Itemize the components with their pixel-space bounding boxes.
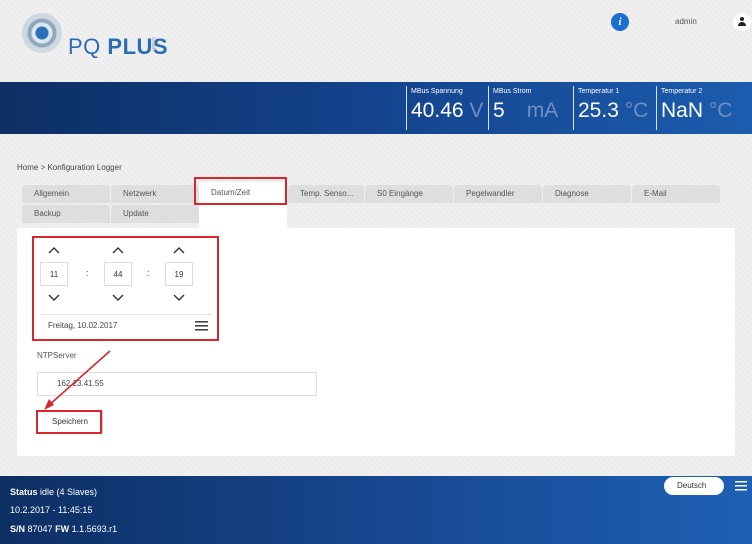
annotation-arrow-icon [44, 350, 111, 410]
logo-icon [22, 13, 62, 53]
status-key: Status [10, 487, 38, 497]
tab-netzwerk[interactable]: Netzwerk [111, 185, 199, 203]
save-highlight-box [36, 410, 102, 434]
meter-unit: mA [526, 99, 559, 122]
tab-highlight-box [194, 177, 287, 205]
meter-label: MBus Spannung [411, 88, 463, 95]
menu-icon[interactable] [735, 481, 747, 491]
meter-mbus-voltage: MBus Spannung 40.46 V [406, 86, 485, 130]
sn-key: S/N [10, 524, 26, 534]
meter-label: Temperatur 1 [578, 88, 620, 95]
meter-unit: °C [708, 99, 733, 122]
meter-value: 40.46 [411, 99, 464, 122]
meter-label: Temperatur 2 [661, 88, 703, 95]
tab-s0-eingaenge[interactable]: S0 Eingänge [365, 185, 453, 203]
meter-unit: °C [624, 99, 649, 122]
meter-temperature-1: Temperatur 1 25.3 °C [573, 86, 652, 130]
meter-value: NaN [661, 99, 704, 122]
meter-value: 5 [493, 99, 505, 122]
tab-update[interactable]: Update [111, 205, 199, 223]
user-icon[interactable] [733, 13, 751, 31]
tab-diagnose[interactable]: Diagnose [543, 185, 631, 203]
sn-value: 87047 [27, 524, 53, 534]
fw-value: 1.1.5693.r1 [71, 524, 118, 534]
language-select[interactable]: Deutsch [664, 477, 724, 495]
user-label[interactable]: admin [675, 17, 697, 26]
meter-mbus-current: MBus Strom 5 mA [488, 86, 567, 130]
info-icon[interactable]: i [611, 13, 629, 31]
status-value: idle (4 Slaves) [40, 487, 98, 497]
tab-allgemein[interactable]: Allgemein [22, 185, 110, 203]
meter-temperature-2: Temperatur 2 NaN °C [656, 86, 751, 130]
datetime-highlight-box [32, 236, 219, 341]
status-datetime: 10.2.2017 - 11:45:15 [10, 505, 93, 515]
meter-value: 25.3 [578, 99, 619, 122]
status-footer: Status idle (4 Slaves) 10.2.2017 - 11:45… [0, 476, 752, 544]
tab-backup[interactable]: Backup [22, 205, 110, 223]
meter-unit: V [469, 99, 484, 122]
fw-key: FW [55, 524, 70, 534]
tab-pegelwandler[interactable]: Pegelwandler [454, 185, 542, 203]
breadcrumb[interactable]: Home > Konfiguration Logger [17, 163, 122, 172]
tab-email[interactable]: E-Mail [632, 185, 720, 203]
tab-temp-sensoren[interactable]: Temp. Senso... [288, 185, 364, 203]
meter-label: MBus Strom [493, 88, 532, 95]
logo-gmbh: GmbH [150, 37, 156, 52]
